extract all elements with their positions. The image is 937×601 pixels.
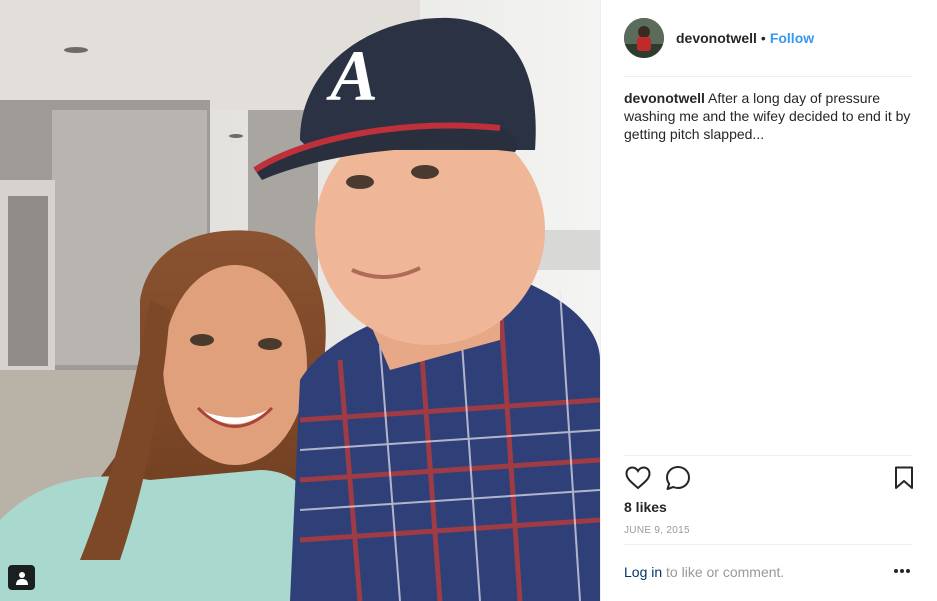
bookmark-icon — [895, 466, 913, 489]
login-prompt: Log in to like or comment. — [624, 564, 914, 580]
avatar[interactable] — [624, 18, 664, 58]
caption-username[interactable]: devonotwell — [624, 90, 705, 106]
post-side-panel: devonotwell • Follow devonotwell After a… — [600, 0, 937, 601]
likes-count[interactable]: 8 likes — [624, 499, 667, 515]
login-link[interactable]: Log in — [624, 564, 662, 580]
follow-button[interactable]: Follow — [770, 30, 814, 46]
avatar-image — [624, 18, 664, 58]
user-tag-icon — [15, 571, 28, 585]
author-username[interactable]: devonotwell — [676, 30, 757, 46]
comment-button[interactable] — [664, 464, 692, 492]
selfie-photo: A — [0, 0, 600, 601]
post-caption: devonotwell After a long day of pressure… — [624, 89, 914, 143]
post-actions — [624, 464, 914, 492]
footer-divider — [624, 544, 912, 545]
tag-people-button[interactable] — [8, 565, 35, 590]
comment-icon — [666, 466, 690, 490]
heart-icon — [625, 466, 651, 490]
post-header: devonotwell • Follow — [624, 17, 912, 59]
instagram-post: A devonotwell • Follow devonotwell After… — [0, 0, 937, 601]
header-divider — [624, 76, 912, 77]
more-options-icon — [894, 569, 910, 573]
post-photo[interactable]: A — [0, 0, 600, 601]
actions-divider — [624, 455, 912, 456]
more-options-button[interactable] — [891, 560, 913, 582]
separator-dot: • — [760, 30, 766, 46]
login-suffix: to like or comment. — [662, 564, 785, 580]
save-button[interactable] — [890, 464, 918, 492]
post-date[interactable]: JUNE 9, 2015 — [624, 525, 690, 536]
svg-text:A: A — [326, 36, 378, 116]
like-button[interactable] — [624, 464, 652, 492]
